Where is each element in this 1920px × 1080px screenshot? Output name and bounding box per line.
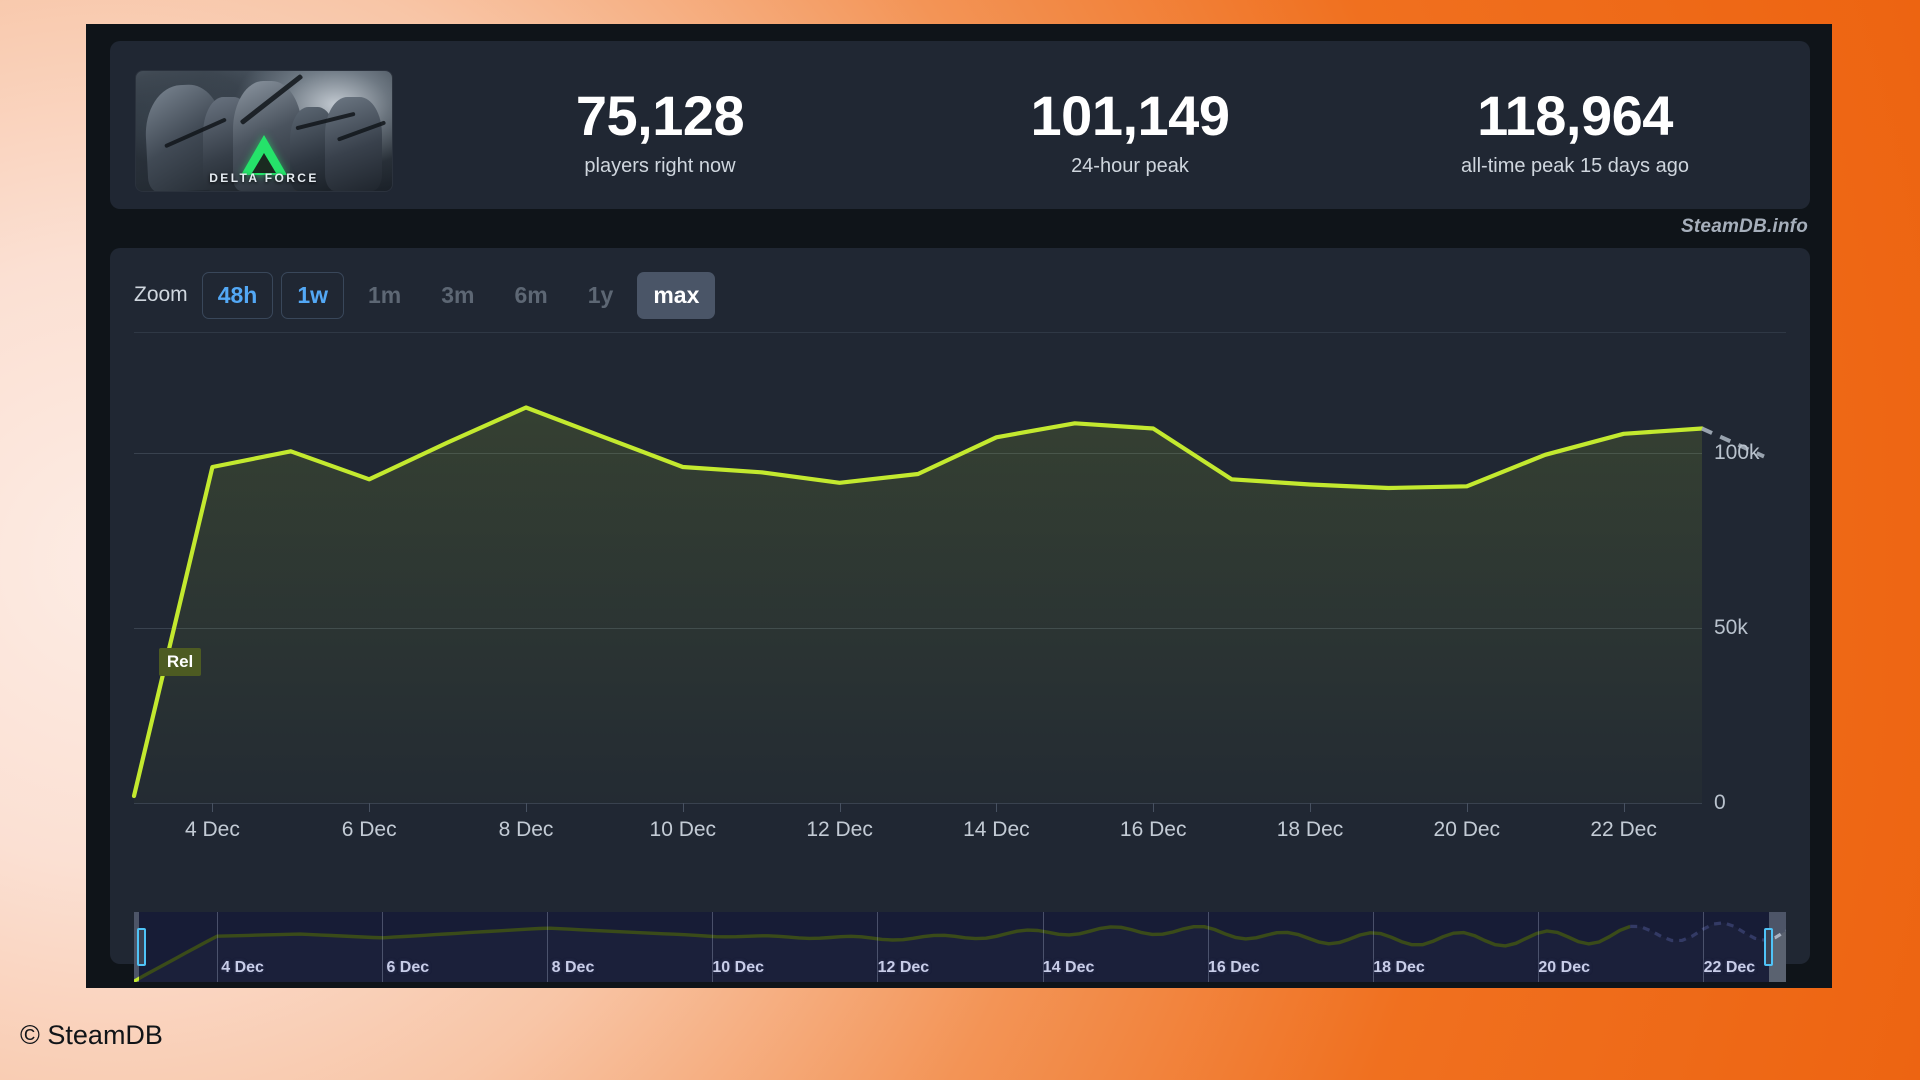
stat-label: 24-hour peak xyxy=(1071,154,1189,177)
chart-plot-area: Rel 4 Dec 6 Dec 8 Dec 10 Dec 12 Dec 14 Dec 16 … xyxy=(131,348,1786,896)
zoom-divider xyxy=(134,332,1786,333)
zoom-button-1y[interactable]: 1y xyxy=(572,272,630,319)
navigator-date-label: 8 Dec xyxy=(551,959,595,976)
x-axis-tick-label: 4 Dec xyxy=(184,818,240,841)
navigator-date-label: 14 Dec xyxy=(1042,959,1095,976)
zoom-range-selector: Zoom 48h 1w 1m 3m 6m 1y max xyxy=(134,268,716,322)
player-count-chart-panel: Zoom 48h 1w 1m 3m 6m 1y max Rel 4 Dec 6 Dec 8 De… xyxy=(110,248,1810,982)
release-marker-flag[interactable]: Rel xyxy=(158,648,202,676)
navigator-date-label: 22 Dec xyxy=(1703,959,1756,976)
stats-summary-bar: DELTA FORCE 75,128 players right now 101… xyxy=(110,41,1810,209)
x-axis-tick xyxy=(212,803,214,812)
x-axis-tick xyxy=(1466,803,1468,812)
zoom-button-1w[interactable]: 1w xyxy=(281,271,345,319)
navigator-gridline xyxy=(216,912,218,982)
x-axis-tick-label: 20 Dec xyxy=(1433,818,1501,841)
navigator-date-label: 18 Dec xyxy=(1373,959,1425,976)
game-capsule-image[interactable]: DELTA FORCE xyxy=(136,71,392,191)
steamdb-watermark: SteamDB.info xyxy=(1681,216,1808,237)
game-title-overlay: DELTA FORCE xyxy=(209,171,319,185)
players-line-chart xyxy=(131,405,1765,803)
y-axis-tick-label: 50k xyxy=(1714,616,1748,639)
y-axis-tick-label: 100k xyxy=(1714,441,1760,464)
x-axis-tick-label: 10 Dec xyxy=(649,818,717,841)
navigator-gridline xyxy=(381,912,383,982)
x-axis-tick-label: 18 Dec xyxy=(1276,818,1344,841)
stat-value: 101,149 xyxy=(1030,84,1230,147)
y-axis-tick-label: 0 xyxy=(1714,791,1726,814)
navigator-date-label: 4 Dec xyxy=(221,959,264,976)
chart-canvas[interactable]: Rel xyxy=(131,348,1765,804)
zoom-label: Zoom xyxy=(134,283,188,306)
x-axis-tick xyxy=(839,803,841,812)
stat-value: 75,128 xyxy=(575,84,745,147)
navigator-date-label: 16 Dec xyxy=(1208,959,1260,976)
x-axis-tick xyxy=(996,803,998,812)
stat-players-right-now: 75,128 players right now xyxy=(510,84,810,178)
navigator-gridline xyxy=(547,912,548,982)
x-axis-tick xyxy=(682,803,684,812)
x-axis-tick xyxy=(369,803,371,812)
copyright-notice: © SteamDB xyxy=(20,1020,163,1050)
x-axis-tick xyxy=(1623,803,1625,812)
x-axis-tick-label: 14 Dec xyxy=(963,818,1030,841)
delta-force-triangle-icon xyxy=(241,134,287,175)
navigator-date-label: 20 Dec xyxy=(1538,959,1590,976)
zoom-button-max[interactable]: max xyxy=(637,271,716,319)
chart-navigator[interactable]: 4 Dec 6 Dec 8 Dec 10 Dec 12 Dec 14 Dec 16 Dec 1… xyxy=(134,912,1786,982)
navigator-date-labels: 4 Dec 6 Dec 8 Dec 10 Dec 12 Dec 14 Dec 16 Dec 1… xyxy=(134,912,1786,982)
stat-value: 118,964 xyxy=(1477,84,1673,147)
navigator-date-label: 6 Dec xyxy=(386,959,430,976)
zoom-button-1m[interactable]: 1m xyxy=(352,272,417,319)
stat-24-hour-peak: 101,149 24-hour peak xyxy=(980,84,1280,178)
x-axis-tick xyxy=(526,803,527,812)
navigator-date-label: 12 Dec xyxy=(877,959,930,976)
x-axis-tick-label: 22 Dec xyxy=(1590,818,1657,841)
zoom-button-3m[interactable]: 3m xyxy=(425,272,490,319)
steamdb-chart-window: DELTA FORCE 75,128 players right now 101… xyxy=(86,24,1832,988)
x-axis-tick xyxy=(1310,803,1311,812)
x-axis-tick-label: 6 Dec xyxy=(341,818,397,841)
screenshot-stage: DELTA FORCE 75,128 players right now 101… xyxy=(0,0,1920,1080)
stat-all-time-peak: 118,964 all-time peak 15 days ago xyxy=(1340,84,1810,178)
x-axis-tick xyxy=(1153,803,1155,812)
navigator-handle-left[interactable] xyxy=(136,928,146,966)
zoom-button-6m[interactable]: 6m xyxy=(499,272,564,319)
x-axis-tick-label: 12 Dec xyxy=(806,818,873,841)
chart-x-axis-labels: 4 Dec 6 Dec 8 Dec 10 Dec 12 Dec 14 Dec 16 Dec 1… xyxy=(134,818,1702,858)
navigator-handle-right[interactable] xyxy=(1764,928,1774,966)
navigator-date-label: 10 Dec xyxy=(712,959,764,976)
stat-label: all-time peak 15 days ago xyxy=(1461,154,1689,177)
x-axis-tick-label: 16 Dec xyxy=(1119,818,1187,841)
x-axis-tick-label: 8 Dec xyxy=(498,818,554,841)
stat-label: players right now xyxy=(584,154,736,177)
zoom-button-48h[interactable]: 48h xyxy=(201,271,274,319)
